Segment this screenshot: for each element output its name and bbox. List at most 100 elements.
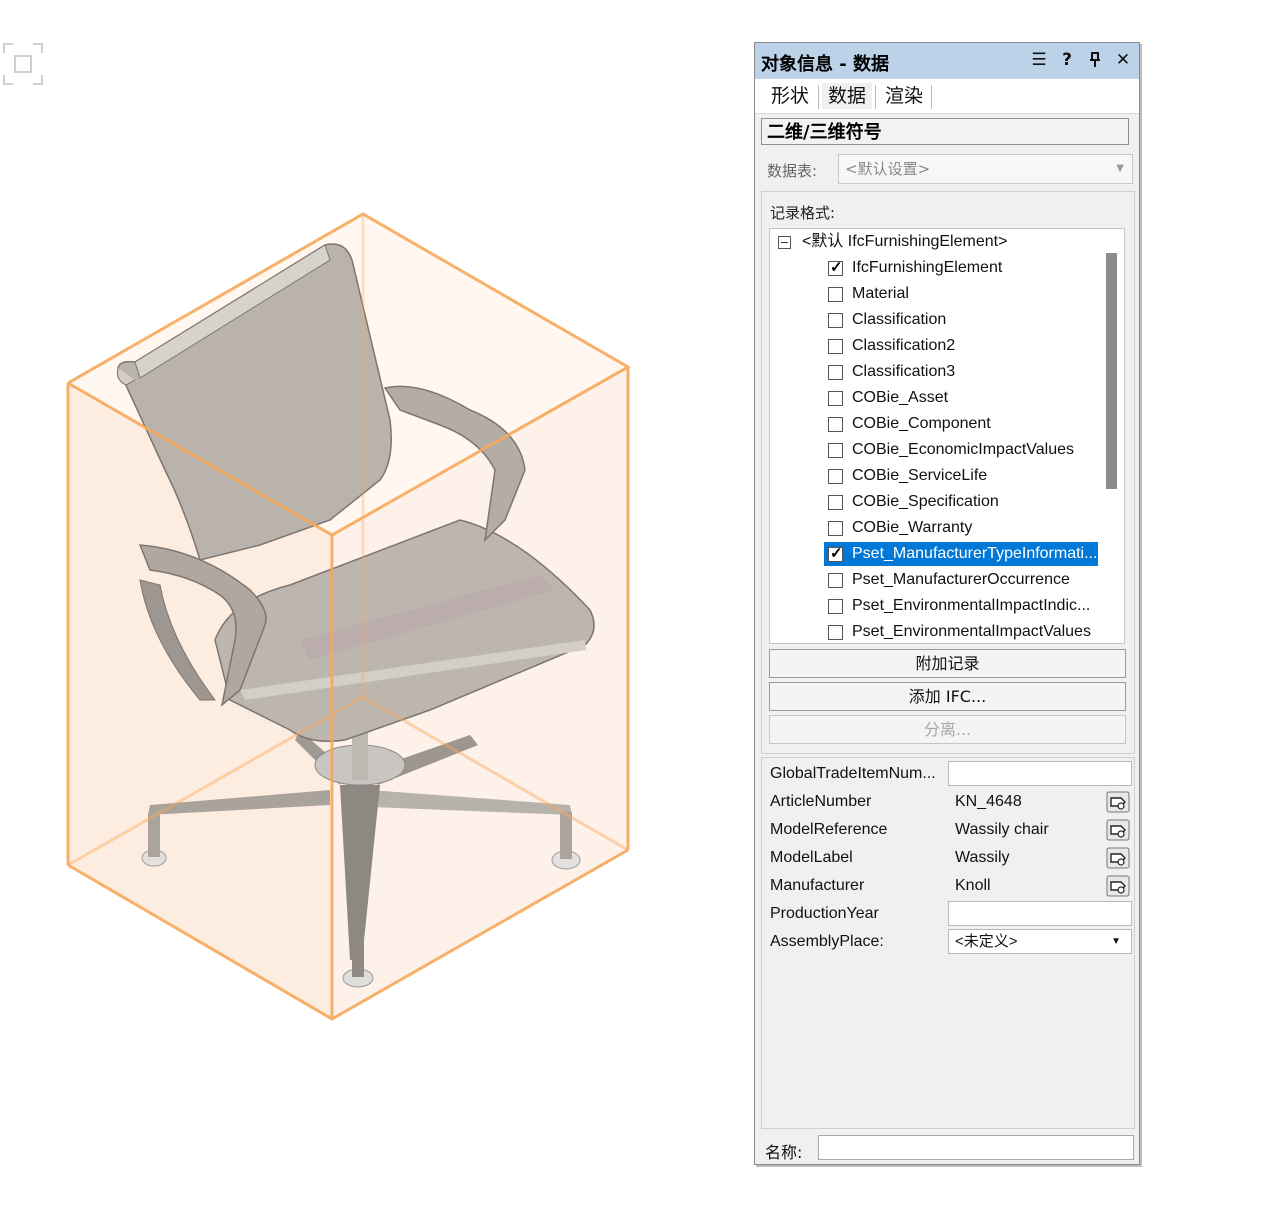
record-checkbox[interactable]: [828, 469, 843, 484]
property-row: ModelLabel Wassily: [762, 844, 1132, 872]
property-row: GlobalTradeItemNum...: [762, 760, 1132, 788]
property-value: Wassily: [955, 849, 1010, 866]
datasheet-select[interactable]: <默认设置> ▼: [838, 154, 1133, 184]
attach-record-button[interactable]: 附加记录: [769, 649, 1126, 678]
help-icon[interactable]: ?: [1055, 49, 1079, 71]
name-field[interactable]: [818, 1135, 1134, 1160]
chevron-down-icon: ▼: [1111, 936, 1121, 947]
record-checkbox[interactable]: [828, 573, 843, 588]
record-label: Classification3: [852, 363, 956, 380]
property-row: ProductionYear: [762, 900, 1132, 928]
property-row: ModelReference Wassily chair: [762, 816, 1132, 844]
record-item[interactable]: Pset_ManufacturerTypeInformati...: [770, 542, 1100, 566]
tab-shape[interactable]: 形状: [765, 83, 815, 109]
tab-render[interactable]: 渲染: [879, 83, 929, 109]
add-ifc-button[interactable]: 添加 IFC...: [769, 682, 1126, 711]
tab-divider: [818, 85, 819, 109]
linked-value-icon[interactable]: [1106, 847, 1130, 869]
record-properties: GlobalTradeItemNum... ArticleNumber KN_464…: [761, 757, 1135, 1129]
palette-titlebar[interactable]: 对象信息 - 数据 ☰ ? ✕: [755, 43, 1139, 79]
record-checkbox[interactable]: [828, 625, 843, 640]
tree-root-label: <默认 IfcFurnishingElement>: [802, 233, 1008, 250]
object-info-palette: 对象信息 - 数据 ☰ ? ✕ 形状 数据 渲染 二维/三维符号 数据表: <默…: [754, 42, 1140, 1165]
name-label: 名称:: [765, 1143, 803, 1162]
linked-value-icon[interactable]: [1106, 791, 1130, 813]
property-row: Manufacturer Knoll: [762, 872, 1132, 900]
record-format-label: 记录格式:: [770, 204, 836, 222]
record-item[interactable]: COBie_Asset: [770, 386, 1100, 410]
close-icon[interactable]: ✕: [1111, 49, 1135, 71]
property-label: ProductionYear: [770, 905, 879, 922]
record-label: Pset_ManufacturerTypeInformati...: [852, 545, 1098, 562]
record-checkbox[interactable]: [828, 495, 843, 510]
record-label: COBie_Specification: [852, 493, 999, 510]
property-row: AssemblyPlace: <未定义> ▼: [762, 928, 1132, 956]
record-item[interactable]: COBie_EconomicImpactValues: [770, 438, 1100, 462]
record-item[interactable]: Pset_EnvironmentalImpactIndic...: [770, 594, 1100, 618]
linked-value-icon[interactable]: [1106, 819, 1130, 841]
chair-model-3d[interactable]: [0, 0, 750, 1205]
tab-divider: [875, 85, 876, 109]
property-value: Wassily chair: [955, 821, 1049, 838]
property-value: KN_4648: [955, 793, 1022, 810]
record-label: Pset_ManufacturerOccurrence: [852, 571, 1070, 588]
linked-value-icon[interactable]: [1106, 875, 1130, 897]
menu-icon[interactable]: ☰: [1027, 49, 1051, 71]
detach-button[interactable]: 分离...: [769, 715, 1126, 744]
record-item[interactable]: Pset_ManufacturerOccurrence: [770, 568, 1100, 592]
record-checkbox[interactable]: [828, 521, 843, 536]
record-item[interactable]: Classification3: [770, 360, 1100, 384]
pin-icon[interactable]: [1083, 49, 1107, 71]
collapse-icon[interactable]: [778, 236, 791, 249]
tree-scrollbar[interactable]: [1106, 253, 1117, 489]
datasheet-value: <默认设置>: [845, 160, 931, 178]
tree-root[interactable]: <默认 IfcFurnishingElement>: [770, 230, 1100, 254]
record-label: Classification: [852, 311, 947, 328]
property-input[interactable]: [948, 901, 1132, 926]
record-label: COBie_EconomicImpactValues: [852, 441, 1075, 458]
property-label: ArticleNumber: [770, 793, 872, 810]
record-checkbox[interactable]: [828, 256, 843, 280]
record-checkbox[interactable]: [828, 365, 843, 380]
record-checkbox[interactable]: [828, 417, 843, 432]
property-label: ModelReference: [770, 821, 888, 838]
record-item[interactable]: COBie_ServiceLife: [770, 464, 1100, 488]
record-label: COBie_Warranty: [852, 519, 973, 536]
record-item[interactable]: Pset_EnvironmentalImpactValues: [770, 620, 1100, 643]
record-checkbox[interactable]: [828, 542, 843, 566]
property-value: Knoll: [955, 877, 991, 894]
record-item[interactable]: Classification: [770, 308, 1100, 332]
property-select-value: <未定义>: [955, 933, 1018, 950]
record-label: Material: [852, 285, 909, 302]
tab-divider: [931, 85, 932, 109]
property-select[interactable]: <未定义> ▼: [948, 929, 1132, 954]
drawing-viewport[interactable]: [0, 0, 750, 1205]
record-checkbox[interactable]: [828, 391, 843, 406]
record-item[interactable]: Classification2: [770, 334, 1100, 358]
record-checkbox[interactable]: [828, 313, 843, 328]
palette-tabs: 形状 数据 渲染: [755, 79, 1139, 114]
record-item[interactable]: IfcFurnishingElement: [770, 256, 1100, 280]
record-label: IfcFurnishingElement: [852, 259, 1003, 276]
record-checkbox[interactable]: [828, 287, 843, 302]
property-label: Manufacturer: [770, 877, 865, 894]
record-tree[interactable]: <默认 IfcFurnishingElement> IfcFurnishingE…: [769, 228, 1125, 644]
record-label: Classification2: [852, 337, 956, 354]
property-label: AssemblyPlace:: [770, 933, 884, 950]
section-title: 二维/三维符号: [761, 118, 1129, 145]
record-item[interactable]: COBie_Component: [770, 412, 1100, 436]
tab-data[interactable]: 数据: [822, 83, 873, 109]
record-checkbox[interactable]: [828, 443, 843, 458]
record-item[interactable]: Material: [770, 282, 1100, 306]
property-input[interactable]: [948, 761, 1132, 786]
property-label: ModelLabel: [770, 849, 853, 866]
palette-title: 对象信息 - 数据: [761, 54, 890, 75]
record-checkbox[interactable]: [828, 339, 843, 354]
record-item[interactable]: COBie_Warranty: [770, 516, 1100, 540]
record-label: Pset_EnvironmentalImpactValues: [852, 623, 1091, 640]
datasheet-label: 数据表:: [767, 162, 818, 180]
property-row: ArticleNumber KN_4648: [762, 788, 1132, 816]
record-item[interactable]: COBie_Specification: [770, 490, 1100, 514]
record-label: COBie_Asset: [852, 389, 949, 406]
record-checkbox[interactable]: [828, 599, 843, 614]
